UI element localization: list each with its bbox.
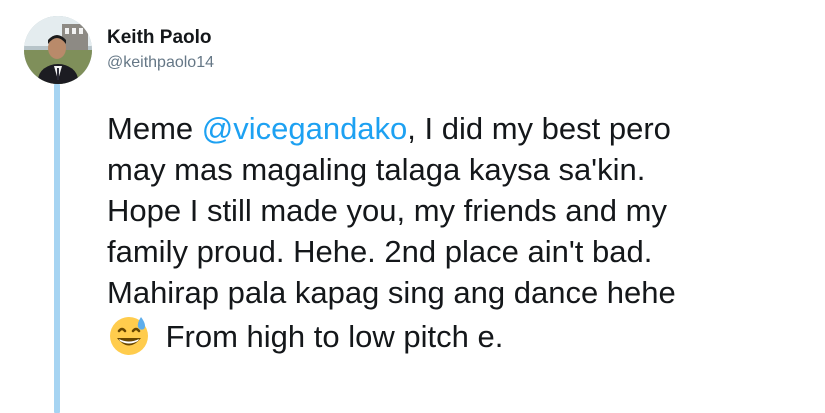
tweet-text-segment: Meme (107, 111, 202, 146)
thread-line (54, 84, 60, 413)
tweet-text-line: may mas magaling talaga kaysa sa'kin. (107, 152, 646, 187)
tweet-text-segment: , I did my best pero (407, 111, 671, 146)
tweet-text-line: Hope I still made you, my friends and my (107, 193, 667, 228)
tweet-text-line: From high to low pitch e. (157, 319, 504, 354)
display-name[interactable]: Keith Paolo (107, 26, 214, 50)
profile-photo-icon (24, 16, 92, 84)
mention-link[interactable]: @vicegandako (202, 111, 408, 146)
tweet-author: Keith Paolo @keithpaolo14 (107, 26, 214, 74)
tweet-text-line: Mahirap pala kapag sing ang dance hehe (107, 275, 676, 310)
tweet-text: Meme @vicegandako, I did my best pero may… (107, 108, 807, 357)
avatar[interactable] (24, 16, 92, 84)
handle[interactable]: @keithpaolo14 (107, 52, 214, 74)
tweet-text-line: family proud. Hehe. 2nd place ain't bad. (107, 234, 653, 269)
grinning-face-with-sweat-icon (107, 313, 151, 357)
